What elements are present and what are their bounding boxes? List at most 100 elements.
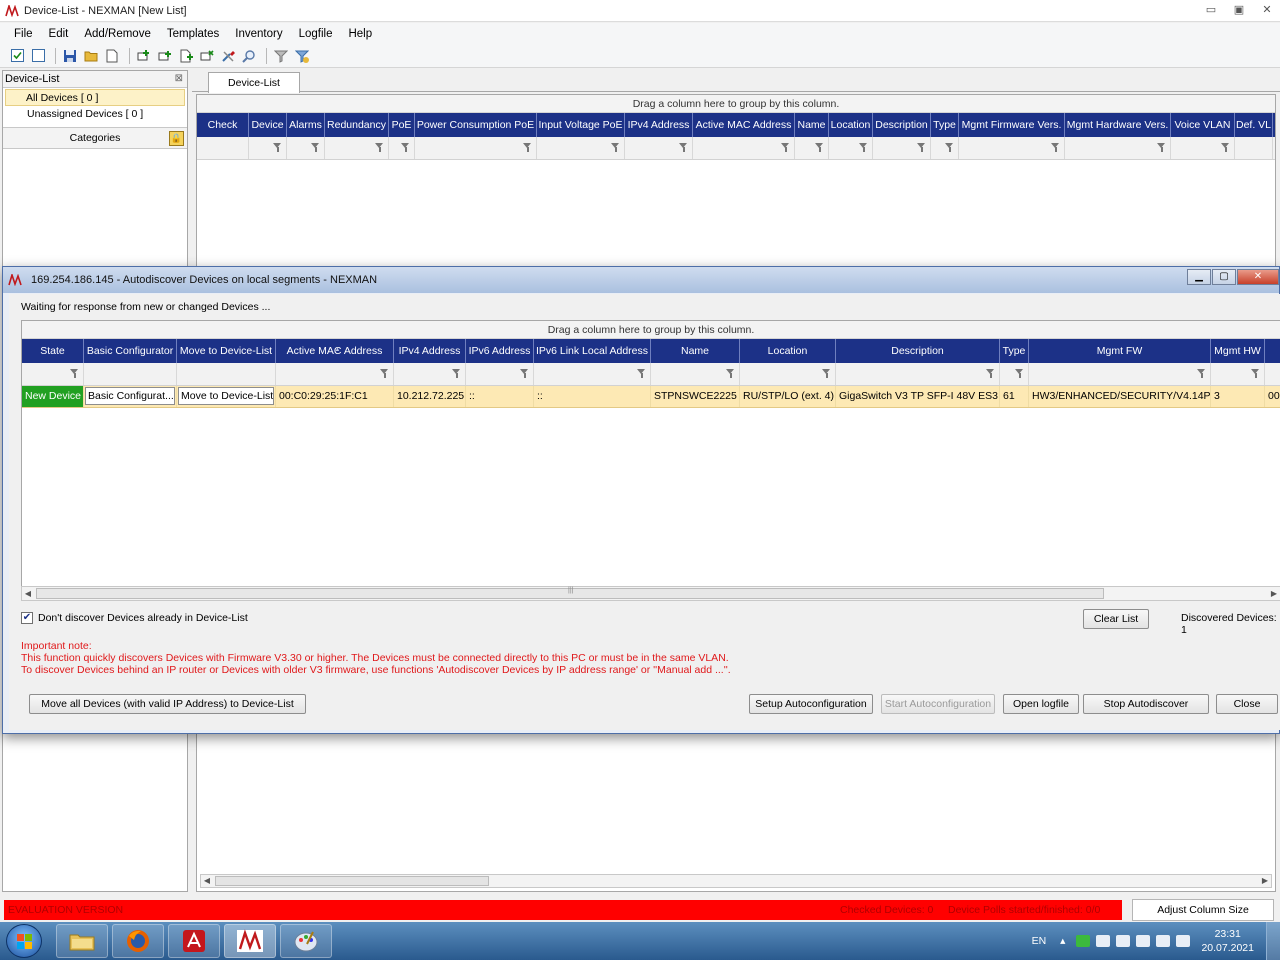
menu-add-remove[interactable]: Add/Remove: [84, 28, 150, 40]
tab-device-list[interactable]: Device-List: [208, 72, 300, 93]
filter-cell[interactable]: [795, 137, 829, 159]
filter-icon[interactable]: [637, 369, 646, 379]
menu-logfile[interactable]: Logfile: [299, 28, 333, 40]
tray-device-icon[interactable]: [1116, 935, 1131, 947]
pin-icon[interactable]: ⊠: [175, 73, 183, 84]
scroll-left-icon[interactable]: ◀: [201, 875, 213, 887]
check-all-icon[interactable]: [8, 47, 26, 65]
basic-configurator-button[interactable]: Basic Configurat...: [85, 387, 175, 405]
volume-icon[interactable]: [1176, 935, 1191, 947]
column-header[interactable]: Voice VLAN: [1171, 113, 1235, 137]
tools-icon[interactable]: [219, 47, 237, 65]
tray-signal-icon[interactable]: [1156, 935, 1171, 947]
uncheck-all-icon[interactable]: [29, 47, 47, 65]
column-header[interactable]: IPv4 Address: [625, 113, 693, 137]
dont-discover-option[interactable]: ✔ Don't discover Devices already in Devi…: [21, 612, 248, 624]
column-header[interactable]: Redundancy: [325, 113, 389, 137]
column-header[interactable]: Location: [829, 113, 873, 137]
column-header[interactable]: Name: [651, 339, 740, 363]
column-header[interactable]: Input Voltage PoE: [537, 113, 625, 137]
filter-cell[interactable]: [693, 137, 795, 159]
column-header[interactable]: Location: [740, 339, 836, 363]
column-header[interactable]: Move to Device-List: [177, 339, 276, 363]
filter-icon[interactable]: [452, 369, 461, 379]
move-all-devices-button[interactable]: Move all Devices (with valid IP Address)…: [29, 694, 306, 714]
add-device-icon[interactable]: [135, 47, 153, 65]
filter-icon[interactable]: [1157, 143, 1166, 153]
import-icon[interactable]: [177, 47, 195, 65]
filter-cell[interactable]: [197, 137, 249, 159]
filter-icon[interactable]: [272, 47, 290, 65]
menu-inventory[interactable]: Inventory: [235, 28, 282, 40]
column-header[interactable]: Device: [249, 113, 287, 137]
language-indicator[interactable]: EN: [1032, 935, 1047, 947]
tree-item-all-devices[interactable]: All Devices [ 0 ]: [5, 89, 185, 106]
filter-cell[interactable]: [287, 137, 325, 159]
filter-icon[interactable]: [611, 143, 620, 153]
tray-app-icon[interactable]: [1076, 935, 1091, 947]
filter-cell[interactable]: [325, 137, 389, 159]
column-header[interactable]: IPv4 Address: [394, 339, 466, 363]
column-header[interactable]: Description: [873, 113, 931, 137]
filter-icon[interactable]: [859, 143, 868, 153]
clock[interactable]: 23:31 20.07.2021: [1201, 927, 1254, 955]
dont-discover-checkbox[interactable]: ✔: [21, 612, 33, 624]
column-header[interactable]: Check: [197, 113, 249, 137]
menu-file[interactable]: File: [14, 28, 33, 40]
column-header[interactable]: IPv6 Link Local Address: [534, 339, 651, 363]
column-header[interactable]: [1265, 339, 1280, 363]
filter-cell[interactable]: [873, 137, 931, 159]
column-header[interactable]: Type: [1000, 339, 1029, 363]
filter-icon[interactable]: [375, 143, 384, 153]
dialog-minimize-button[interactable]: ▁: [1187, 269, 1211, 285]
lock-icon[interactable]: 🔒: [169, 131, 184, 146]
filter-cell[interactable]: [740, 363, 836, 385]
column-header[interactable]: Alarms: [287, 113, 325, 137]
column-header[interactable]: Description: [836, 339, 1000, 363]
save-icon[interactable]: [61, 47, 79, 65]
filter-cell[interactable]: [625, 137, 693, 159]
dialog-close-icon[interactable]: ✕: [1237, 269, 1279, 285]
filter-icon[interactable]: [380, 369, 389, 379]
column-header[interactable]: Mgmt Firmware Vers.: [959, 113, 1065, 137]
filter-icon[interactable]: [273, 143, 282, 153]
main-grid-scrollbar[interactable]: ◀ ▶: [200, 874, 1272, 888]
open-folder-icon[interactable]: [82, 47, 100, 65]
column-header[interactable]: Active MAC Address: [693, 113, 795, 137]
filter-cell[interactable]: [1235, 137, 1273, 159]
tree-item-unassigned-devices[interactable]: Unassigned Devices [ 0 ]: [3, 106, 187, 123]
filter-cell[interactable]: [22, 363, 84, 385]
column-header[interactable]: PoE: [389, 113, 415, 137]
filter-cell[interactable]: [836, 363, 1000, 385]
new-document-icon[interactable]: [103, 47, 121, 65]
dialog-maximize-button[interactable]: ▢: [1212, 269, 1236, 285]
table-row[interactable]: New Device Basic Configurat... Move to D…: [22, 386, 1280, 408]
column-header[interactable]: Def. VL: [1235, 113, 1273, 137]
filter-icon[interactable]: [1251, 369, 1260, 379]
setup-autoconfiguration-button[interactable]: Setup Autoconfiguration: [749, 694, 873, 714]
column-header[interactable]: IPv6 Address: [466, 339, 534, 363]
column-header[interactable]: Power Consumption PoE: [415, 113, 537, 137]
filter-cell[interactable]: [249, 137, 287, 159]
filter-icon[interactable]: [1015, 369, 1024, 379]
taskbar-explorer[interactable]: [56, 924, 108, 958]
show-desktop-button[interactable]: [1266, 922, 1280, 960]
filter-cell[interactable]: [276, 363, 394, 385]
filter-cell[interactable]: [651, 363, 740, 385]
filter-icon[interactable]: [917, 143, 926, 153]
taskbar-acrobat[interactable]: [168, 924, 220, 958]
column-header[interactable]: Name: [795, 113, 829, 137]
clear-filter-icon[interactable]: [293, 47, 311, 65]
filter-cell[interactable]: [389, 137, 415, 159]
search-icon[interactable]: [240, 47, 258, 65]
filter-cell[interactable]: [537, 137, 625, 159]
filter-cell[interactable]: [466, 363, 534, 385]
scroll-right-icon[interactable]: ▶: [1268, 587, 1280, 600]
open-logfile-button[interactable]: Open logfile: [1003, 694, 1079, 714]
clear-list-button[interactable]: Clear List: [1083, 609, 1149, 629]
filter-icon[interactable]: [815, 143, 824, 153]
close-button[interactable]: Close: [1216, 694, 1278, 714]
minimize-button[interactable]: ▭: [1204, 3, 1218, 16]
filter-icon[interactable]: [311, 143, 320, 153]
filter-icon[interactable]: [401, 143, 410, 153]
